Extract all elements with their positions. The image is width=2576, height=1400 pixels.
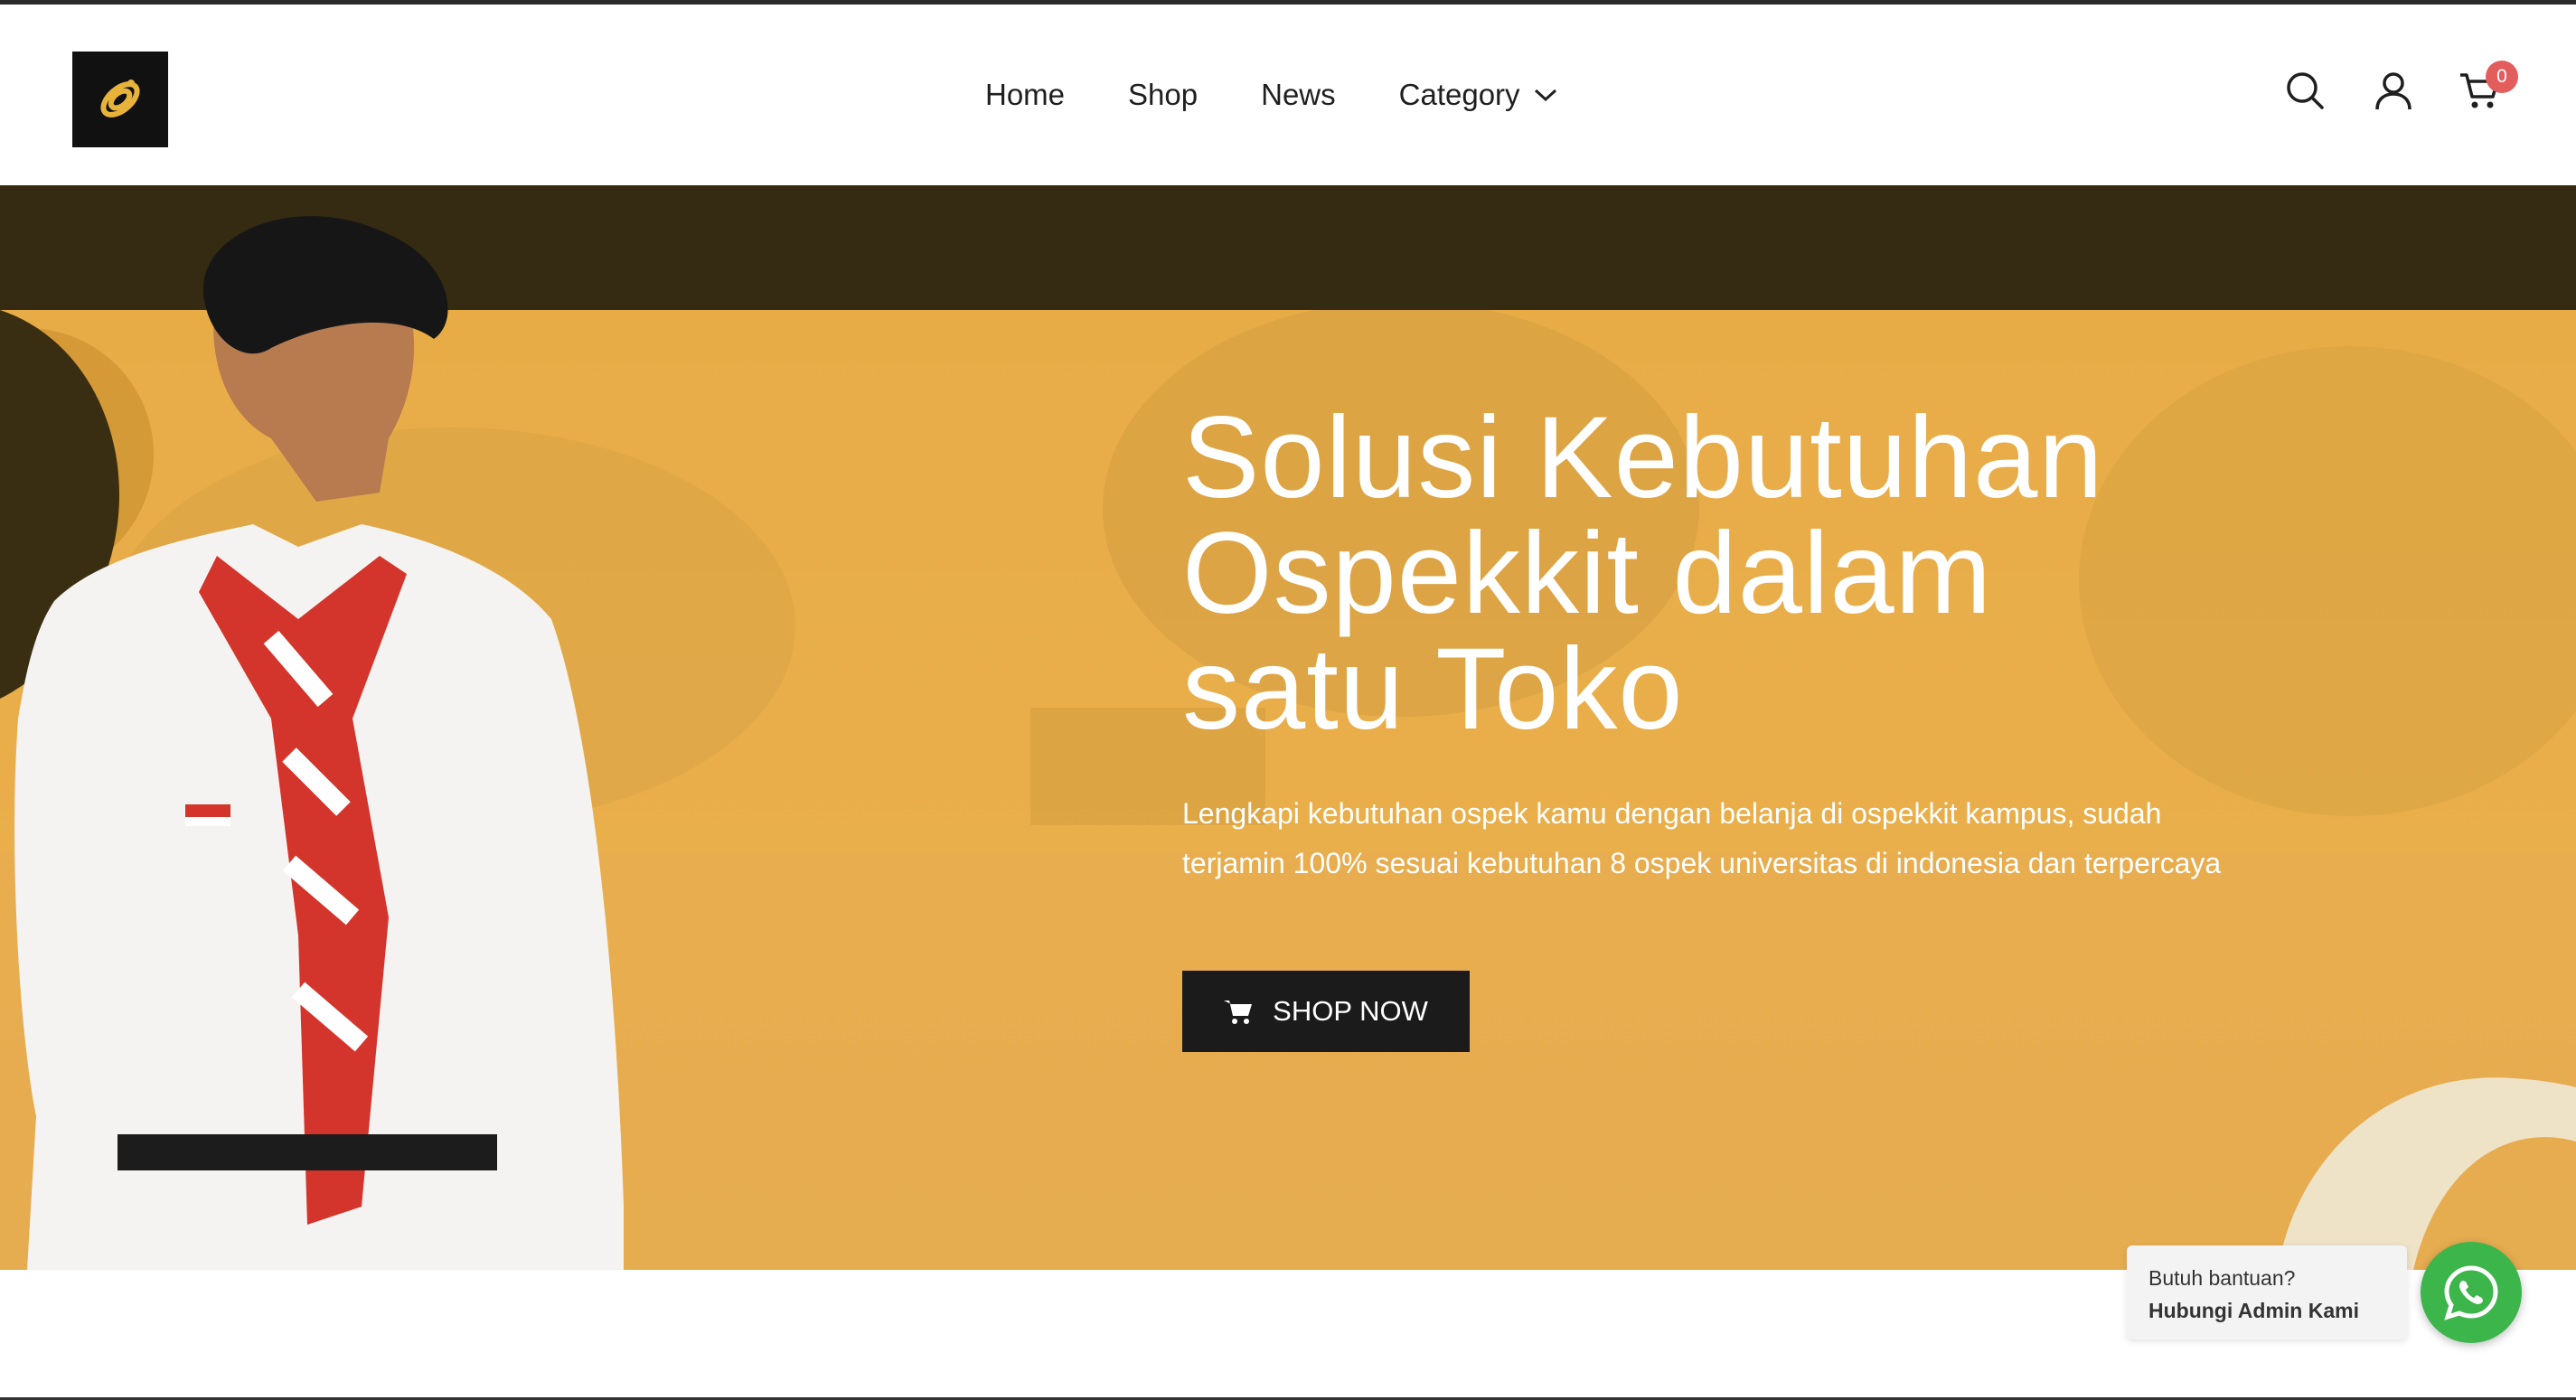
whatsapp-icon (2444, 1265, 2498, 1320)
hero-description-line-2: terjamin 100% sesuai kebutuhan 8 ospek u… (1182, 847, 2222, 879)
help-tooltip[interactable]: Butuh bantuan? Hubungi Admin Kami (2127, 1245, 2407, 1339)
search-icon[interactable] (2284, 70, 2326, 111)
chevron-down-icon (1533, 87, 1558, 103)
nav-home[interactable]: Home (985, 78, 1065, 112)
user-icon[interactable] (2373, 70, 2414, 111)
hero-title-line-3: satu Toko (1182, 625, 1684, 754)
model-photo (14, 216, 624, 1270)
logo-icon[interactable] (72, 52, 168, 147)
help-text-bold: Hubungi Admin Kami (2148, 1299, 2359, 1322)
main-nav: Home Shop News Category (985, 5, 1558, 185)
hero-description: Lengkapi kebutuhan ospek kamu dengan bel… (1182, 789, 2357, 888)
nav-shop[interactable]: Shop (1128, 78, 1198, 112)
nav-news[interactable]: News (1261, 78, 1336, 112)
hero-title-line-2: Ospekkit dalam (1182, 509, 1993, 638)
whatsapp-button[interactable] (2421, 1242, 2522, 1343)
site-header: Home Shop News Category 0 (0, 5, 2576, 185)
help-text: Butuh bantuan? (2148, 1266, 2296, 1290)
nav-category-label: Category (1398, 78, 1520, 111)
shop-now-button[interactable]: SHOP NOW (1182, 971, 1470, 1052)
hero-banner: Solusi Kebutuhan Ospekkit dalam satu Tok… (0, 185, 2576, 1270)
hero-title: Solusi Kebutuhan Ospekkit dalam satu Tok… (1182, 400, 2357, 747)
nav-category[interactable]: Category (1399, 78, 1558, 112)
hero-title-line-1: Solusi Kebutuhan (1182, 393, 2104, 522)
cart-count-badge: 0 (2486, 61, 2518, 93)
shop-now-label: SHOP NOW (1273, 995, 1428, 1027)
hero-description-line-1: Lengkapi kebutuhan ospek kamu dengan bel… (1182, 797, 2162, 830)
cart-icon (1224, 998, 1253, 1025)
